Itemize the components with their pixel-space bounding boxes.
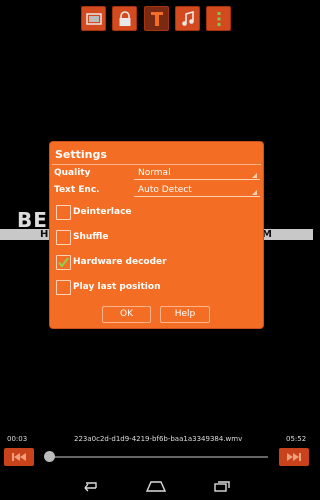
- help-button[interactable]: Help: [160, 306, 210, 323]
- settings-dialog: Settings Quality Normal Text Enc. Auto D…: [50, 142, 263, 328]
- seek-thumb[interactable]: [44, 451, 55, 462]
- play-last-position-checkbox[interactable]: [56, 280, 71, 295]
- text-enc-underline: [134, 196, 260, 197]
- play-last-position-label: Play last position: [73, 282, 161, 292]
- more-button[interactable]: [206, 6, 231, 31]
- rewind-icon: [12, 453, 26, 461]
- music-icon: [182, 11, 194, 26]
- hardware-decoder-label: Hardware decoder: [73, 257, 167, 267]
- video-watermark-band-right: M: [262, 229, 272, 240]
- fast-forward-icon: [287, 453, 301, 461]
- screen-icon: [86, 13, 102, 25]
- top-toolbar: [0, 6, 313, 32]
- text-enc-select[interactable]: Auto Detect: [134, 184, 260, 197]
- deinterlace-checkbox[interactable]: [56, 205, 71, 220]
- text-enc-label: Text Enc.: [54, 185, 100, 195]
- home-icon[interactable]: [146, 480, 166, 492]
- hardware-decoder-checkbox[interactable]: [56, 255, 71, 270]
- lock-icon: [119, 11, 131, 26]
- quality-select[interactable]: Normal: [134, 167, 260, 180]
- dialog-title: Settings: [55, 148, 107, 161]
- dropdown-arrow-icon: [252, 190, 257, 195]
- video-watermark-band-left: H: [40, 229, 49, 240]
- elapsed-time: 00:03: [7, 435, 28, 443]
- more-vertical-icon: [217, 12, 221, 26]
- text-enc-value: Auto Detect: [138, 185, 192, 195]
- text-icon: [151, 12, 163, 26]
- ok-button[interactable]: OK: [102, 306, 151, 323]
- deinterlace-label: Deinterlace: [73, 207, 132, 217]
- back-icon[interactable]: [80, 480, 100, 492]
- lock-button[interactable]: [112, 6, 137, 31]
- checkmark-icon: [58, 257, 69, 268]
- system-nav-bar: [0, 473, 313, 500]
- quality-label: Quality: [54, 168, 91, 178]
- next-button[interactable]: [279, 448, 309, 466]
- dialog-title-divider: [52, 164, 261, 165]
- screen-button[interactable]: [81, 6, 106, 31]
- audio-button[interactable]: [175, 6, 200, 31]
- shuffle-checkbox[interactable]: [56, 230, 71, 245]
- previous-button[interactable]: [4, 448, 34, 466]
- total-duration: 05:52: [286, 435, 307, 443]
- recents-icon[interactable]: [212, 480, 232, 492]
- quality-underline: [134, 179, 260, 180]
- file-name: 223a0c2d-d1d9-4219-bf6b-baa1a3349384.wmv: [74, 435, 243, 443]
- shuffle-label: Shuffle: [73, 232, 109, 242]
- dropdown-arrow-icon: [252, 173, 257, 178]
- subtitle-button[interactable]: [144, 6, 169, 31]
- quality-value: Normal: [138, 168, 171, 178]
- seek-bar[interactable]: [50, 456, 268, 458]
